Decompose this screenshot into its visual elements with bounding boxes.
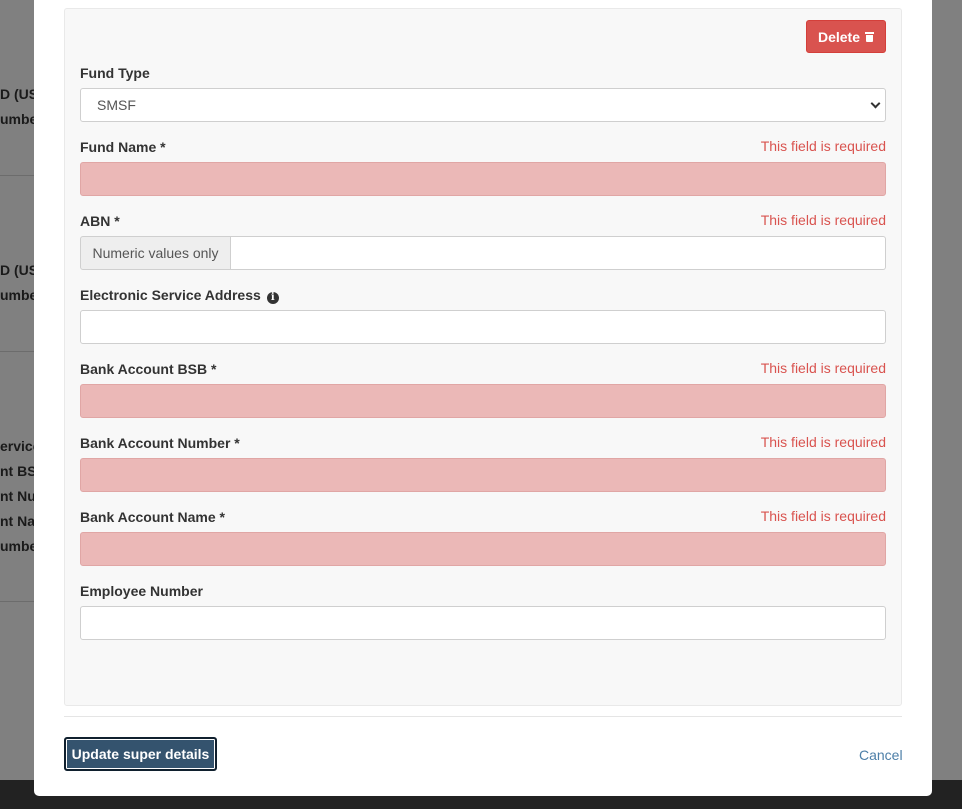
esa-label: Electronic Service Address i xyxy=(80,287,279,304)
account-name-error: This field is required xyxy=(760,508,886,524)
abn-label: ABN * xyxy=(80,213,120,229)
account-number-error: This field is required xyxy=(760,434,886,450)
account-number-label: Bank Account Number * xyxy=(80,435,240,451)
info-icon[interactable]: i xyxy=(266,292,279,304)
employee-number-label: Employee Number xyxy=(80,583,203,599)
chevron-down-icon xyxy=(870,98,881,109)
bsb-label: Bank Account BSB * xyxy=(80,361,217,377)
background-text: D (US xyxy=(0,86,39,102)
fund-type-select[interactable]: SMSF xyxy=(80,88,886,122)
footer-divider xyxy=(64,716,902,717)
account-number-input[interactable] xyxy=(80,458,886,492)
delete-button[interactable]: Delete xyxy=(806,20,886,53)
esa-label-text: Electronic Service Address xyxy=(80,287,261,303)
fund-type-value: SMSF xyxy=(97,97,136,113)
esa-input[interactable] xyxy=(80,310,886,344)
trash-icon xyxy=(865,31,875,42)
background-text: D (US xyxy=(0,262,39,278)
fund-name-label: Fund Name * xyxy=(80,139,166,155)
background-divider xyxy=(0,175,34,176)
background-divider xyxy=(0,601,34,602)
background-divider xyxy=(0,351,34,352)
employee-number-input[interactable] xyxy=(80,606,886,640)
fund-name-error: This field is required xyxy=(760,138,886,154)
bsb-input[interactable] xyxy=(80,384,886,418)
bsb-error: This field is required xyxy=(760,360,886,376)
fund-name-input[interactable] xyxy=(80,162,886,196)
abn-input[interactable] xyxy=(231,236,886,270)
fund-type-label: Fund Type xyxy=(80,65,150,81)
account-name-input[interactable] xyxy=(80,532,886,566)
cancel-link[interactable]: Cancel xyxy=(859,747,903,763)
account-name-label: Bank Account Name * xyxy=(80,509,225,525)
super-details-modal: Delete Fund Type SMSF Fund Name * This f… xyxy=(34,0,932,796)
delete-button-label: Delete xyxy=(817,28,861,45)
abn-addon: Numeric values only xyxy=(80,236,231,270)
update-super-details-button[interactable]: Update super details xyxy=(64,737,217,771)
abn-error: This field is required xyxy=(760,212,886,228)
abn-input-group: Numeric values only xyxy=(80,236,886,270)
